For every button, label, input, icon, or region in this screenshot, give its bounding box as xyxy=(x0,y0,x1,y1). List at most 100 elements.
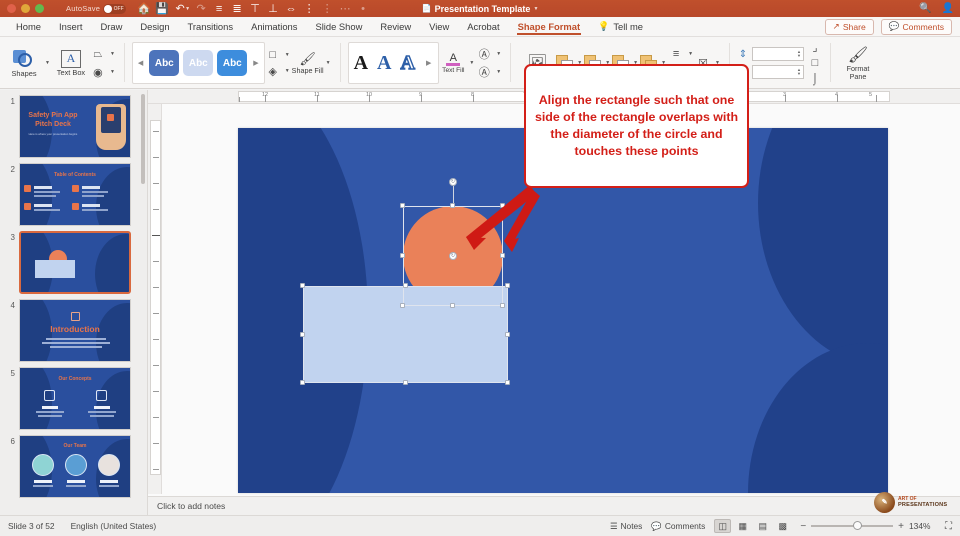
rect-handle-s[interactable] xyxy=(403,380,408,385)
view-mode-buttons[interactable]: ◫ ▦ ▤ ▩ xyxy=(714,519,791,533)
circle-handle-ne[interactable] xyxy=(500,203,505,208)
account-icon[interactable]: 👤 xyxy=(942,3,954,14)
shape-style-3[interactable]: Abc xyxy=(217,50,248,76)
notes-pane[interactable]: Click to add notes xyxy=(148,496,960,515)
shape-height-input[interactable]: ▲ ▼ xyxy=(751,47,804,61)
distribute-vertical-icon[interactable]: ⋮ xyxy=(318,1,336,16)
text-fill-caret-icon[interactable]: ▼ xyxy=(469,60,474,66)
zoom-slider[interactable] xyxy=(811,521,894,530)
document-title-caret-icon[interactable]: ▼ xyxy=(533,6,538,12)
tell-me-search[interactable]: 💡 Tell me xyxy=(589,21,652,32)
slide-thumbnail-5[interactable]: 5 Our Concepts xyxy=(0,362,147,430)
slide-preview-1[interactable]: Safety Pin App Pitch Deck Here is where … xyxy=(19,95,131,158)
text-fill-button[interactable]: A Text Fill xyxy=(439,52,467,74)
shape-outline-caret-icon[interactable]: ▼ xyxy=(285,52,290,58)
circle-rotate-handle[interactable]: ↻ xyxy=(449,178,457,186)
wordart-style-2[interactable]: A xyxy=(377,52,391,75)
reading-view-icon[interactable]: ▤ xyxy=(754,519,771,533)
rect-handle-ne[interactable] xyxy=(505,283,510,288)
comments-button[interactable]: 💬 Comments xyxy=(880,18,952,35)
zoom-out-button[interactable]: − xyxy=(800,521,806,532)
edit-shape-icon[interactable]: ⏢ xyxy=(90,47,106,61)
minimize-window-button[interactable] xyxy=(21,4,30,13)
more-commands-icon[interactable]: ⋯ xyxy=(336,1,354,16)
rect-handle-n[interactable] xyxy=(403,283,408,288)
shapes-button[interactable]: Shapes xyxy=(5,39,43,87)
shape-fill-button[interactable]: 🖌 Shape Fill xyxy=(292,51,324,75)
slide-thumbnail-1[interactable]: 1 Safety Pin App Pitch Deck Here is wher… xyxy=(0,90,147,158)
title-bar-right-controls[interactable]: 🔍 👤 xyxy=(919,3,954,14)
language-indicator[interactable]: English (United States) xyxy=(71,521,157,531)
shape-outline-row[interactable]: □ ▼ xyxy=(265,48,292,62)
text-outline-caret-icon[interactable]: ▼ xyxy=(496,51,501,57)
quick-access-toolbar[interactable]: 🏠 💾 ↶ ▼ ↷ ≡ ≣ ⊤ ⊥ ⇔ ⋮ ⋮ ⋯ • xyxy=(135,1,372,16)
redo-icon[interactable]: ↷ xyxy=(192,1,210,16)
tab-draw[interactable]: Draw xyxy=(91,17,131,37)
align-bottom-icon[interactable]: ⊥ xyxy=(264,1,282,16)
shape-styles-gallery[interactable]: ◀ Abc Abc Abc ▶ xyxy=(131,42,265,84)
align-top-icon[interactable]: ⊤ xyxy=(246,1,264,16)
tab-acrobat[interactable]: Acrobat xyxy=(458,17,508,37)
slide-sorter-icon[interactable]: ▦ xyxy=(734,519,751,533)
share-button[interactable]: ↗ Share xyxy=(824,18,874,35)
slide-panel-scrollbar[interactable] xyxy=(141,94,145,184)
merge-shapes-icon[interactable]: ◉ xyxy=(90,65,106,79)
slide-preview-6[interactable]: Our Team xyxy=(19,435,131,498)
gallery-next-icon[interactable]: ▶ xyxy=(251,59,260,67)
anchor-box-icon[interactable]: □ xyxy=(807,56,823,70)
align-center-icon[interactable]: ⇔ xyxy=(282,1,300,16)
shape-height-row[interactable]: ⇕ ▲ ▼ xyxy=(737,47,804,61)
overflow-dot-icon[interactable]: • xyxy=(354,1,372,16)
rect-handle-nw[interactable] xyxy=(300,283,305,288)
circle-handle-e[interactable] xyxy=(500,253,505,258)
anchor-top-right-icon[interactable]: ⌟ xyxy=(807,40,823,54)
tab-view[interactable]: View xyxy=(420,17,458,37)
tab-transitions[interactable]: Transitions xyxy=(179,17,243,37)
slide-thumbnail-6[interactable]: 6 Our Team xyxy=(0,430,147,498)
tab-slide-show[interactable]: Slide Show xyxy=(306,17,371,37)
zoom-slider-knob[interactable] xyxy=(853,521,863,530)
tab-design[interactable]: Design xyxy=(131,17,178,37)
wordart-style-1[interactable]: A xyxy=(354,52,368,75)
wordart-gallery-next-icon[interactable]: ▶ xyxy=(424,59,433,67)
text-effects-icon[interactable]: Ⓐ xyxy=(476,65,492,79)
tab-review[interactable]: Review xyxy=(371,17,420,37)
shape-style-1[interactable]: Abc xyxy=(149,50,180,76)
align-objects-row[interactable]: ≡ ▼ xyxy=(668,47,695,61)
slide-preview-3[interactable] xyxy=(19,231,131,294)
autosave-toggle[interactable]: OFF xyxy=(103,3,127,14)
fit-to-window-icon[interactable]: ⛶ xyxy=(945,521,952,532)
gallery-prev-icon[interactable]: ◀ xyxy=(136,59,145,67)
slide-thumbnail-2[interactable]: 2 Table of Contents xyxy=(0,158,147,226)
shape-fill-caret-icon[interactable]: ▼ xyxy=(326,60,331,66)
height-spinner-arrows-icon[interactable]: ▲ ▼ xyxy=(797,50,801,58)
tab-animations[interactable]: Animations xyxy=(242,17,306,37)
circle-handle-n[interactable] xyxy=(450,203,455,208)
slide-thumbnail-4[interactable]: 4 Introduction xyxy=(0,294,147,362)
shape-width-input[interactable]: ▲ ▼ xyxy=(751,65,804,79)
normal-view-icon[interactable]: ◫ xyxy=(714,519,732,533)
zoom-control[interactable]: − + 134% xyxy=(800,521,936,532)
edit-shape-caret-icon[interactable]: ▼ xyxy=(110,51,115,57)
slide-preview-2[interactable]: Table of Contents xyxy=(19,163,131,226)
search-icon[interactable]: 🔍 xyxy=(919,3,931,14)
align-right-icon[interactable]: ≣ xyxy=(228,1,246,16)
close-window-button[interactable] xyxy=(7,4,16,13)
save-icon[interactable]: 💾 xyxy=(153,1,171,16)
autosave-control[interactable]: AutoSave OFF xyxy=(66,3,127,14)
width-spinner-arrows-icon[interactable]: ▲ ▼ xyxy=(797,68,801,76)
anchor-bottom-right-icon[interactable]: ⌡ xyxy=(807,72,823,86)
notes-toggle-button[interactable]: ☰ Notes xyxy=(610,521,642,531)
edit-shape-row[interactable]: ⏢ ▼ xyxy=(90,47,117,61)
text-outline-icon[interactable]: Ⓐ xyxy=(476,47,492,61)
rect-handle-se[interactable] xyxy=(505,380,510,385)
merge-shapes-caret-icon[interactable]: ▼ xyxy=(110,69,115,75)
merge-shapes-row[interactable]: ◉ ▼ xyxy=(90,65,117,79)
undo-dropdown-caret-icon[interactable]: ▼ xyxy=(185,6,190,12)
tab-insert[interactable]: Insert xyxy=(50,17,91,37)
slide-thumbnail-3[interactable]: 3 xyxy=(0,226,147,294)
wordart-gallery[interactable]: A A A ▶ xyxy=(347,42,440,84)
text-box-button[interactable]: A Text Box xyxy=(52,39,90,87)
shape-effects-caret-icon[interactable]: ▼ xyxy=(285,68,290,74)
presenter-view-icon[interactable]: ▩ xyxy=(774,519,791,533)
